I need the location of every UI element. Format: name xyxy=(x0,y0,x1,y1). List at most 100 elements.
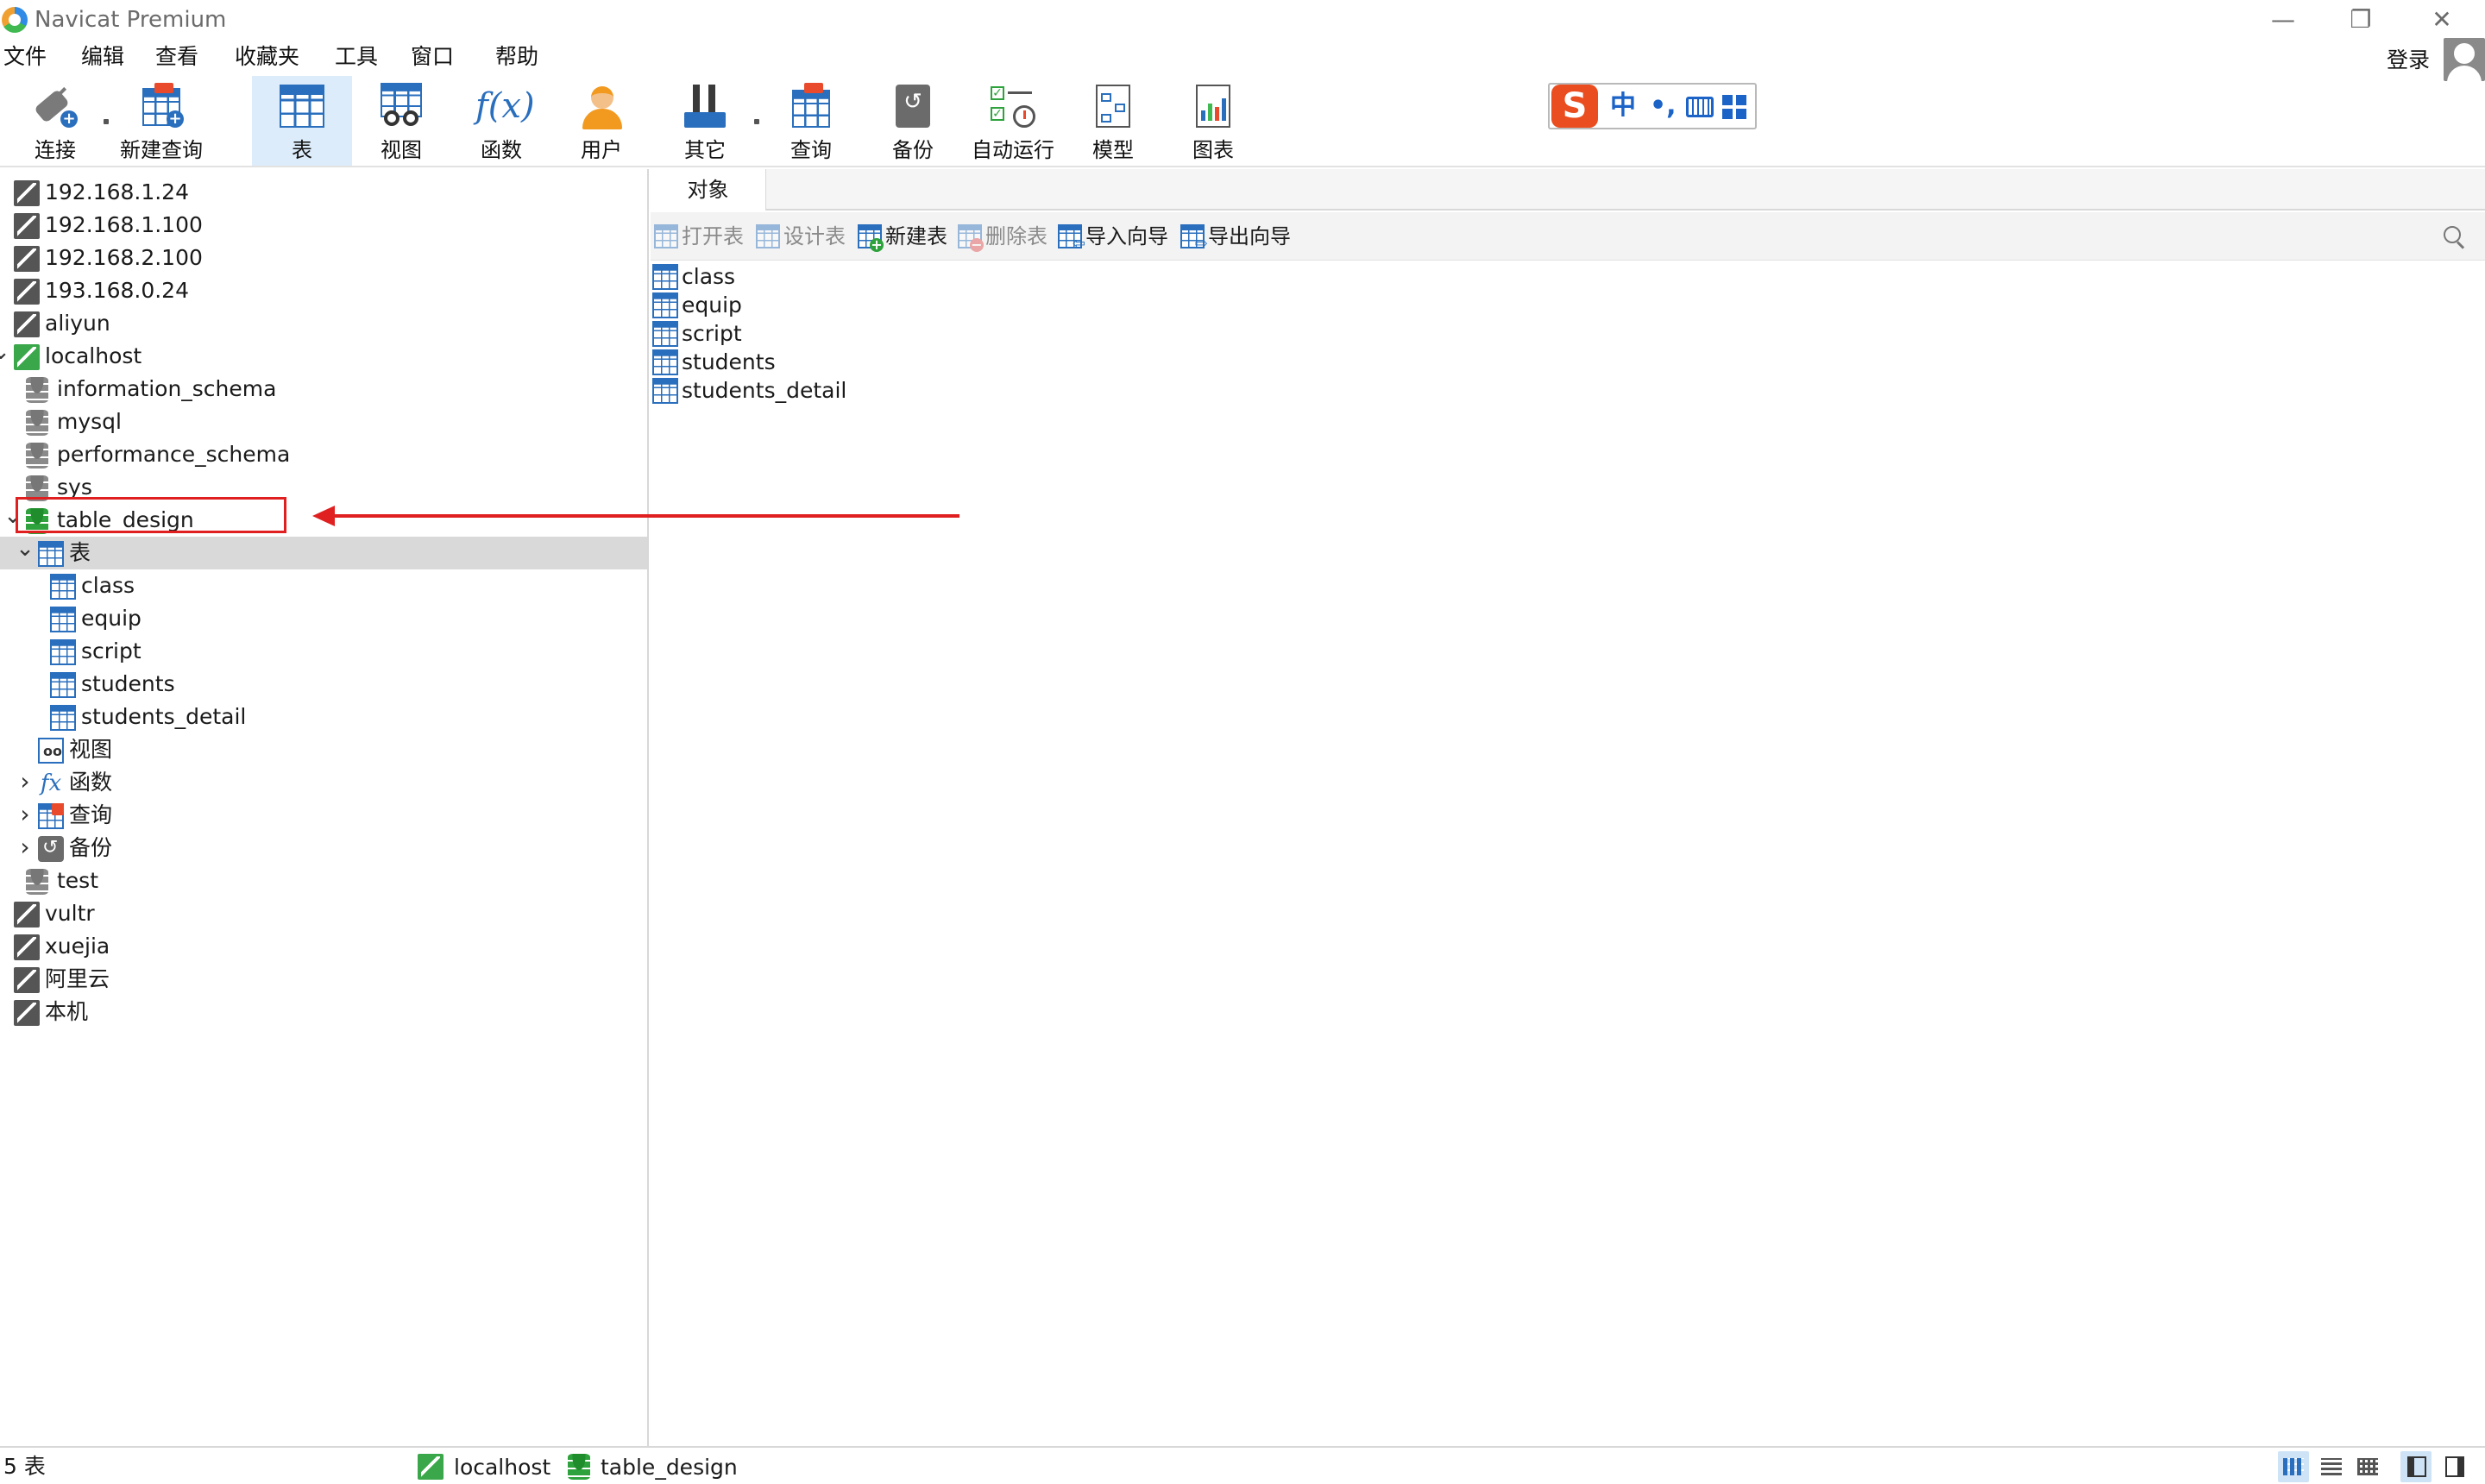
toolbar-automation-button[interactable]: ✓ ✓ 自动运行 xyxy=(966,76,1060,166)
tree-item[interactable]: xuejia xyxy=(0,930,647,963)
tree-item[interactable]: test xyxy=(0,865,647,897)
tree-item[interactable]: 192.168.2.100 xyxy=(0,242,647,274)
tree-item[interactable]: 本机 xyxy=(0,996,647,1028)
connection-icon xyxy=(14,311,40,337)
tree-item-label: equip xyxy=(81,606,142,631)
menu-tools[interactable]: 工具 xyxy=(335,41,378,72)
open-table-button[interactable]: 打开表 xyxy=(654,221,744,252)
table-icon xyxy=(50,639,76,665)
toolbar-chart-button[interactable]: 图表 xyxy=(1172,76,1255,166)
tree-item[interactable]: 192.168.1.100 xyxy=(0,209,647,242)
status-connection: localhost xyxy=(418,1451,550,1482)
database-icon xyxy=(568,1454,590,1480)
list-view-button[interactable] xyxy=(2316,1451,2347,1482)
menu-edit[interactable]: 编辑 xyxy=(81,41,124,72)
annotation-highlight-box xyxy=(16,497,286,533)
function-icon: fx xyxy=(40,770,62,796)
export-wizard-button[interactable]: 导出向导 xyxy=(1180,221,1291,252)
object-list-item-label: class xyxy=(682,264,736,289)
toolbar-query-button[interactable]: 查询 xyxy=(770,76,852,166)
new-table-button[interactable]: 新建表 xyxy=(858,221,947,252)
menu-favorites[interactable]: 收藏夹 xyxy=(235,41,299,72)
tree-item[interactable]: aliyun xyxy=(0,307,647,340)
ime-mode[interactable]: 中 xyxy=(1610,91,1636,121)
tree-item[interactable]: ⌄ 表 xyxy=(0,537,647,569)
keyboard-icon[interactable] xyxy=(1686,97,1714,117)
tree-item[interactable]: class xyxy=(0,569,647,602)
tree-item[interactable]: performance_schema xyxy=(0,438,647,471)
tree-item-label: localhost xyxy=(45,343,142,368)
tree-item[interactable]: 视图 xyxy=(0,733,647,766)
tree-item-label: test xyxy=(57,868,99,893)
tree-item[interactable]: students xyxy=(0,668,647,701)
toggle-info-pane-button[interactable] xyxy=(2438,1451,2469,1482)
main-toolbar: + 连接 + 新建查询 表 视图 f(x) 函数 用户 其它 查询 ↺ 备份 ✓… xyxy=(0,76,2485,167)
tree-item[interactable]: › fx 函数 xyxy=(0,766,647,799)
window-title: Navicat Premium xyxy=(35,7,227,33)
delete-table-button[interactable]: 删除表 xyxy=(958,221,1047,252)
toolbar-connect-button[interactable]: + 连接 xyxy=(12,76,98,166)
tree-item[interactable]: information_schema xyxy=(0,373,647,406)
import-wizard-button[interactable]: 导入向导 xyxy=(1058,221,1168,252)
design-table-button[interactable]: 设计表 xyxy=(756,221,846,252)
connection-icon xyxy=(14,902,40,928)
tree-item[interactable]: › 备份 xyxy=(0,832,647,865)
tree-item[interactable]: 阿里云 xyxy=(0,963,647,996)
ime-punctuation[interactable]: •, xyxy=(1650,91,1677,121)
menu-help[interactable]: 帮助 xyxy=(495,41,538,72)
chevron-down-icon[interactable]: ⌄ xyxy=(16,538,35,563)
ime-toolbar[interactable]: S 中 •, xyxy=(1548,83,1757,129)
menu-file[interactable]: 文件 xyxy=(3,41,47,72)
chevron-down-icon[interactable]: ⌄ xyxy=(0,341,10,366)
login-link[interactable]: 登录 xyxy=(2387,45,2430,76)
tree-item[interactable]: script xyxy=(0,635,647,668)
menu-window[interactable]: 窗口 xyxy=(411,41,454,72)
toolbox-grid-icon[interactable] xyxy=(1722,95,1746,119)
minimize-button[interactable]: — xyxy=(2245,0,2321,38)
connection-icon xyxy=(14,180,40,206)
tab-objects[interactable]: 对象 xyxy=(651,169,766,211)
toolbar-other-button[interactable]: 其它 xyxy=(666,76,744,166)
tree-item[interactable]: 193.168.0.24 xyxy=(0,274,647,307)
tree-item[interactable]: 192.168.1.24 xyxy=(0,176,647,209)
toolbar-new-query-button[interactable]: + 新建查询 xyxy=(114,76,209,166)
toolbar-model-button[interactable]: 模型 xyxy=(1072,76,1154,166)
search-icon[interactable] xyxy=(2444,226,2466,248)
object-tab-strip: 对象 xyxy=(651,169,2485,211)
status-object-count: 5 表 xyxy=(3,1454,46,1479)
chevron-right-icon[interactable]: › xyxy=(16,802,35,827)
toolbar-function-button[interactable]: f(x) 函数 xyxy=(462,76,540,166)
tree-item[interactable]: ⌄ localhost xyxy=(0,340,647,373)
menu-view[interactable]: 查看 xyxy=(155,41,198,72)
tree-item-label: script xyxy=(81,638,142,663)
delete-table-icon xyxy=(958,224,984,252)
view-icon xyxy=(375,81,427,133)
other-dropdown-icon[interactable] xyxy=(754,119,759,124)
tree-item[interactable]: vultr xyxy=(0,897,647,930)
tree-item[interactable]: › 查询 xyxy=(0,799,647,832)
maximize-button[interactable]: ❐ xyxy=(2323,0,2399,38)
toggle-nav-pane-button[interactable] xyxy=(2400,1451,2432,1482)
object-list-item-label: script xyxy=(682,321,742,346)
toolbar-backup-button[interactable]: ↺ 备份 xyxy=(871,76,954,166)
large-icons-view-button[interactable] xyxy=(2278,1451,2309,1482)
toolbar-user-button[interactable]: 用户 xyxy=(563,76,640,166)
avatar-icon[interactable] xyxy=(2444,38,2485,81)
sogou-logo-icon[interactable]: S xyxy=(1551,85,1598,128)
connect-dropdown-icon[interactable] xyxy=(104,119,109,124)
connection-tree[interactable]: 192.168.1.24 192.168.1.100 192.168.2.100 19… xyxy=(0,169,649,1446)
tree-item-label: 表 xyxy=(69,540,91,565)
toolbar-table-button[interactable]: 表 xyxy=(252,76,352,166)
connection-icon xyxy=(14,246,40,272)
tree-item[interactable]: equip xyxy=(0,602,647,635)
tree-item[interactable]: students_detail xyxy=(0,701,647,733)
chevron-right-icon[interactable]: › xyxy=(16,770,35,794)
toolbar-view-button[interactable]: 视图 xyxy=(362,76,440,166)
database-icon xyxy=(26,377,48,403)
detail-view-button[interactable] xyxy=(2352,1451,2383,1482)
table-icon xyxy=(652,378,678,404)
tree-item[interactable]: mysql xyxy=(0,406,647,438)
model-icon xyxy=(1087,81,1139,133)
chevron-right-icon[interactable]: › xyxy=(16,835,35,859)
close-button[interactable]: ✕ xyxy=(2404,0,2480,38)
